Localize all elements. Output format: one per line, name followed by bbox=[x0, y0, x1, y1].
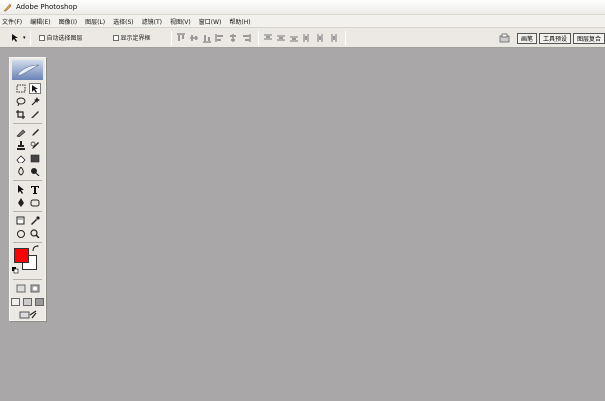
hand-tool-icon[interactable] bbox=[15, 228, 27, 239]
default-colors-icon[interactable] bbox=[12, 267, 19, 276]
distribute-bottom-icon[interactable] bbox=[289, 33, 299, 43]
quick-mask-mode-icon[interactable] bbox=[29, 283, 41, 294]
menu-filter[interactable]: 滤镜(T) bbox=[142, 17, 162, 26]
marquee-tool-icon[interactable] bbox=[15, 83, 27, 94]
auto-select-layer-label: 自动选择图层 bbox=[46, 35, 83, 42]
type-tool-icon[interactable] bbox=[29, 184, 41, 195]
eyedropper-tool-icon[interactable] bbox=[29, 215, 41, 226]
align-right-icon[interactable] bbox=[241, 33, 251, 43]
foreground-color-swatch[interactable] bbox=[14, 248, 29, 263]
menu-edit[interactable]: 编辑(E) bbox=[30, 17, 50, 26]
move-tool-preset-icon[interactable] bbox=[10, 33, 20, 43]
preset-dropdown-arrow-icon[interactable]: ▾ bbox=[23, 35, 26, 41]
crop-tool-icon[interactable] bbox=[15, 109, 27, 120]
align-top-icon[interactable] bbox=[176, 33, 186, 43]
toolbox bbox=[9, 57, 46, 321]
standard-screen-mode-icon[interactable] bbox=[11, 296, 21, 307]
align-bottom-icon[interactable] bbox=[202, 33, 212, 43]
path-selection-tool-icon[interactable] bbox=[15, 184, 27, 195]
menu-bar: 文件(F) 编辑(E) 图像(I) 图层(L) 选择(S) 滤镜(T) 视图(V… bbox=[0, 15, 605, 28]
toolbox-separator bbox=[13, 279, 42, 280]
align-horizontal-center-icon[interactable] bbox=[228, 33, 238, 43]
full-screen-mode-icon[interactable] bbox=[34, 296, 44, 307]
zoom-tool-icon[interactable] bbox=[29, 228, 41, 239]
clone-stamp-tool-icon[interactable] bbox=[15, 140, 27, 151]
toolbox-separator bbox=[13, 123, 42, 124]
eraser-tool-icon[interactable] bbox=[15, 153, 27, 164]
magic-wand-tool-icon[interactable] bbox=[29, 96, 41, 107]
menu-file[interactable]: 文件(F) bbox=[2, 17, 22, 26]
dodge-tool-icon[interactable] bbox=[29, 166, 41, 177]
align-left-icon[interactable] bbox=[215, 33, 225, 43]
palette-well: 画笔 工具预设 图层复合 bbox=[499, 31, 605, 46]
toolbox-separator bbox=[13, 180, 42, 181]
history-brush-tool-icon[interactable] bbox=[29, 140, 41, 151]
toolbox-separator bbox=[13, 242, 42, 243]
distribute-vertical-center-icon[interactable] bbox=[276, 33, 286, 43]
menu-help[interactable]: 帮助(H) bbox=[229, 17, 250, 26]
move-tool-icon[interactable] bbox=[28, 83, 41, 94]
tab-layer-comps[interactable]: 图层复合 bbox=[572, 33, 605, 44]
full-screen-menu-mode-icon[interactable] bbox=[23, 296, 33, 307]
menu-image[interactable]: 图像(I) bbox=[59, 17, 77, 26]
brush-tool-icon[interactable] bbox=[29, 127, 41, 138]
toolbox-header-logo[interactable] bbox=[12, 60, 43, 80]
standard-mode-icon[interactable] bbox=[15, 283, 27, 294]
shape-tool-icon[interactable] bbox=[29, 197, 41, 208]
gradient-tool-icon[interactable] bbox=[29, 153, 41, 164]
file-browser-icon[interactable] bbox=[499, 33, 511, 45]
distribute-left-icon[interactable] bbox=[302, 33, 312, 43]
swap-colors-icon[interactable] bbox=[32, 245, 39, 254]
color-swatches bbox=[10, 245, 45, 277]
align-vertical-center-icon[interactable] bbox=[189, 33, 199, 43]
show-bounding-box-checkbox[interactable] bbox=[112, 34, 119, 41]
menu-layer[interactable]: 图层(L) bbox=[85, 17, 105, 26]
lasso-tool-icon[interactable] bbox=[15, 96, 27, 107]
auto-select-layer-checkbox[interactable] bbox=[38, 34, 45, 41]
distribute-horizontal-center-icon[interactable] bbox=[315, 33, 325, 43]
distribute-right-icon[interactable] bbox=[328, 33, 338, 43]
menu-window[interactable]: 窗口(W) bbox=[199, 17, 222, 26]
menu-select[interactable]: 选择(S) bbox=[113, 17, 134, 26]
healing-brush-tool-icon[interactable] bbox=[15, 127, 27, 138]
toolbox-separator bbox=[13, 211, 42, 212]
options-separator bbox=[29, 30, 31, 45]
distribute-top-icon[interactable] bbox=[263, 33, 273, 43]
options-separator bbox=[344, 30, 346, 45]
jump-to-imageready-icon[interactable] bbox=[18, 309, 38, 320]
window-title: Adobe Photoshop bbox=[16, 3, 78, 11]
options-separator bbox=[170, 30, 172, 45]
workspace-canvas[interactable] bbox=[0, 49, 605, 401]
slice-tool-icon[interactable] bbox=[29, 109, 41, 120]
tab-tool-presets[interactable]: 工具预设 bbox=[538, 33, 571, 44]
show-bounding-box-label: 显示定界框 bbox=[120, 35, 151, 42]
notes-tool-icon[interactable] bbox=[15, 215, 27, 226]
photoshop-feather-logo-icon bbox=[15, 64, 39, 76]
photoshop-feather-icon bbox=[3, 3, 12, 12]
options-separator bbox=[257, 30, 259, 45]
tab-brushes[interactable]: 画笔 bbox=[516, 33, 537, 44]
title-bar: Adobe Photoshop bbox=[0, 0, 605, 15]
menu-view[interactable]: 视图(V) bbox=[170, 17, 191, 26]
pen-tool-icon[interactable] bbox=[15, 197, 27, 208]
blur-tool-icon[interactable] bbox=[15, 166, 27, 177]
